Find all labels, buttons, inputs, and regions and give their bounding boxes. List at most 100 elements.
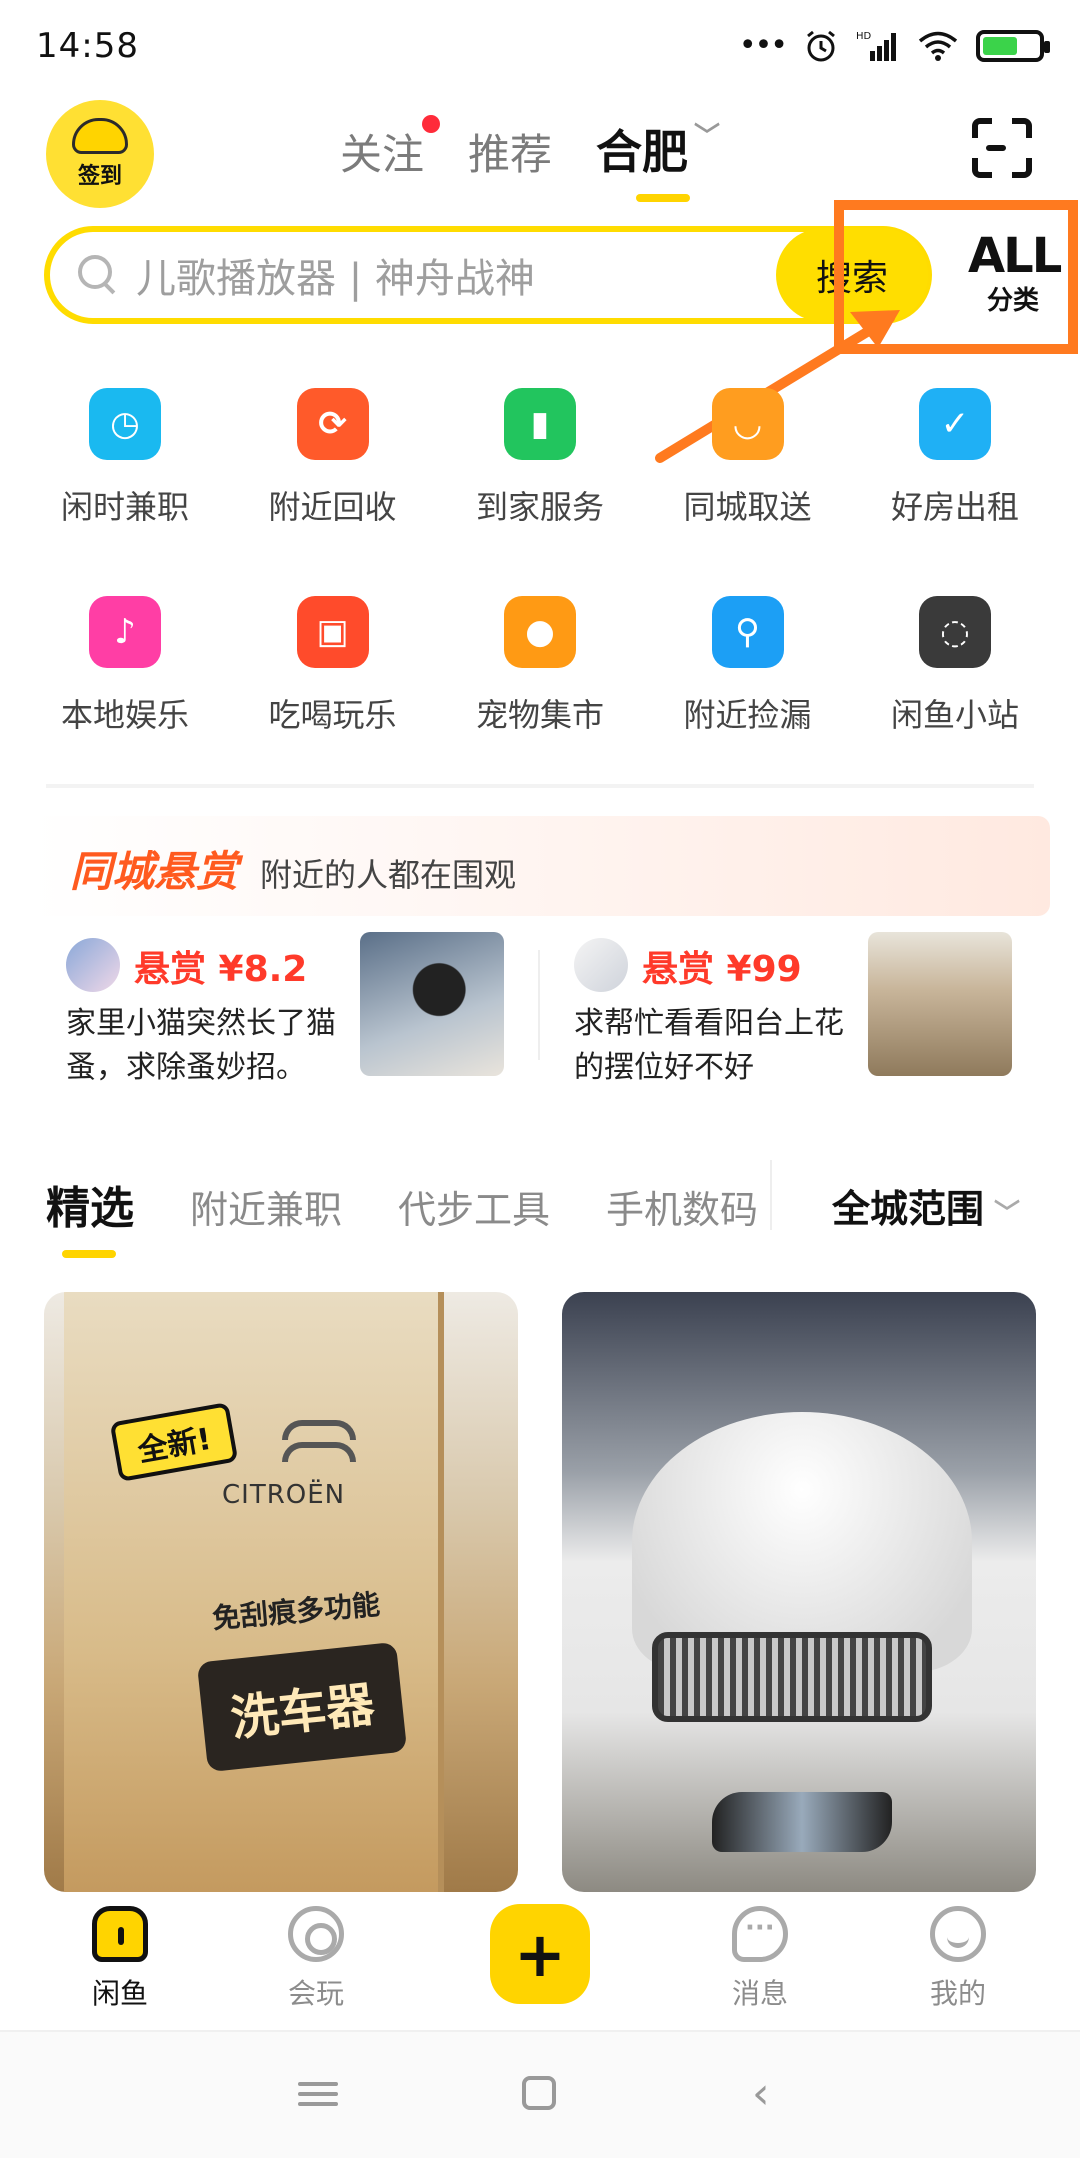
status-icons: ••• HD [738, 28, 1050, 63]
bounty-subtitle: 附近的人都在围观 [260, 856, 517, 894]
bounty-reward: 悬赏 ¥99 [642, 949, 802, 990]
service-row: ◷ 闲时兼职 ⟳ 附近回收 ▮ 到家服务 ◡ 同城取送 ✓ 好房出租 [40, 380, 1040, 588]
tab-recommend[interactable]: 推荐 [468, 121, 552, 182]
house-check-icon: ✓ [919, 388, 991, 460]
grid-item-recycle[interactable]: ⟳ 附近回收 [248, 380, 418, 588]
signin-label: 签到 [73, 158, 126, 190]
search-icon [76, 253, 120, 297]
signin-button[interactable]: 签到 [46, 100, 154, 208]
feed-tab-part-time[interactable]: 附近兼职 [190, 1179, 342, 1234]
grid-item-label: 闲时兼职 [60, 488, 189, 526]
avatar [574, 938, 628, 992]
nav-label: 我的 [929, 1977, 986, 2010]
grid-item-food-fun[interactable]: ▣ 吃喝玩乐 [248, 588, 418, 796]
feed-tab-transport[interactable]: 代步工具 [398, 1179, 550, 1234]
svg-text:HD: HD [856, 31, 872, 42]
nav-item-play[interactable]: 会玩 [256, 1906, 376, 2012]
mascot-icon [72, 118, 128, 154]
more-dots-icon: ••• [738, 28, 788, 63]
range-selector[interactable]: 全城范围 ﹀ [832, 1178, 1020, 1233]
home-square-icon[interactable] [522, 2076, 556, 2110]
door-icon: ▮ [504, 388, 576, 460]
section-divider [46, 784, 1034, 788]
grid-item-label: 好房出租 [890, 488, 1019, 526]
grid-item-bargain[interactable]: ⚲ 附近捡漏 [663, 588, 833, 796]
alarm-icon [807, 30, 835, 61]
tab-city[interactable]: 合肥 ﹀ [596, 116, 721, 202]
tab-city-label: 合肥 [596, 125, 689, 179]
status-time: 14:58 [36, 26, 139, 66]
headlamp-image [712, 1792, 892, 1852]
grid-item-label: 到家服务 [475, 488, 604, 526]
grid-item-label: 闲鱼小站 [890, 696, 1019, 734]
grid-item-label: 吃喝玩乐 [268, 696, 397, 734]
tab-follow[interactable]: 关注 [340, 115, 441, 182]
tab-follow-label: 关注 [340, 130, 425, 179]
target-icon [288, 1906, 344, 1962]
nav-item-me[interactable]: 我的 [898, 1906, 1018, 2012]
wifi-icon [918, 31, 958, 61]
recycle-icon: ⟳ [296, 388, 369, 460]
nav-item-messages[interactable]: 消息 [700, 1906, 820, 2012]
feed-tabs: 精选 附近兼职 代步工具 手机数码 [46, 1172, 758, 1258]
notification-dot [422, 115, 441, 133]
vertical-divider [538, 950, 540, 1060]
back-icon[interactable]: ‹ [752, 2072, 792, 2116]
status-bar: 14:58 ••• HD [0, 0, 1080, 96]
chat-icon [732, 1906, 788, 1962]
annotation-highlight-box [834, 200, 1078, 354]
chevron-down-icon: ﹀ [994, 1199, 1021, 1229]
bounty-description: 家里小猫突然长了猫蚤，求除蚤妙招。 [66, 1006, 336, 1085]
active-tab-indicator [636, 194, 691, 202]
feed-tabs-fade [770, 1160, 800, 1230]
nav-label: 闲鱼 [91, 1977, 148, 2010]
briefcase-icon: ◷ [89, 388, 161, 460]
microphone-icon: ♪ [89, 596, 161, 668]
feed-tab-featured[interactable]: 精选 [46, 1172, 134, 1258]
feed-tab-digital[interactable]: 手机数码 [606, 1179, 758, 1234]
product-card[interactable] [562, 1292, 1036, 1892]
nav-label: 会玩 [287, 1977, 344, 2010]
bounty-description: 求帮忙看看阳台上花的摆位好不好 [574, 1006, 844, 1085]
publish-button[interactable]: + [490, 1904, 590, 2004]
scan-icon[interactable] [972, 118, 1032, 178]
grid-item-home-service[interactable]: ▮ 到家服务 [455, 380, 625, 588]
home-icon [92, 1906, 148, 1962]
bounty-card[interactable]: 悬赏 ¥99 求帮忙看看阳台上花的摆位好不好 [574, 932, 1034, 1085]
hd-signal-icon: HD [856, 31, 896, 61]
grid-item-pet-market[interactable]: ● 宠物集市 [455, 588, 625, 796]
service-row: ♪ 本地娱乐 ▣ 吃喝玩乐 ● 宠物集市 ⚲ 附近捡漏 ◌ 闲鱼小站 [40, 588, 1040, 796]
bounty-reward: 悬赏 ¥8.2 [134, 949, 308, 990]
product-card[interactable]: 全新! CITROËN 免刮痕多功能 洗车器 [44, 1292, 518, 1892]
profile-icon [930, 1906, 986, 1962]
shopping-bag-icon: ▣ [296, 596, 369, 668]
grid-item-label: 本地娱乐 [60, 696, 189, 734]
product-title: 洗车器 [196, 1641, 408, 1773]
bounty-card[interactable]: 悬赏 ¥8.2 家里小猫突然长了猫蚤，求除蚤妙招。 [66, 932, 526, 1085]
nav-item-xianyu[interactable]: 闲鱼 [60, 1906, 180, 2012]
grid-item-part-time[interactable]: ◷ 闲时兼职 [40, 380, 210, 588]
system-nav-bar: ‹ [0, 2030, 1080, 2158]
citroen-logo-icon [282, 1420, 356, 1470]
brand-text: CITROËN [222, 1480, 346, 1510]
avatar [66, 938, 120, 992]
pet-icon: ● [504, 596, 576, 668]
menu-icon[interactable] [298, 2076, 338, 2116]
magnifier-icon: ⚲ [711, 596, 784, 668]
nav-label: 消息 [731, 1977, 788, 2010]
grid-item-rent[interactable]: ✓ 好房出租 [870, 380, 1040, 588]
package-icon: ◡ [711, 388, 784, 460]
service-grid: ◷ 闲时兼职 ⟳ 附近回收 ▮ 到家服务 ◡ 同城取送 ✓ 好房出租 ♪ 本地娱… [40, 380, 1040, 796]
top-tabs: 关注 推荐 合肥 ﹀ [340, 115, 721, 202]
chevron-down-icon: ﹀ [694, 122, 721, 152]
bounty-thumbnail [360, 932, 504, 1076]
grid-item-delivery[interactable]: ◡ 同城取送 [663, 380, 833, 588]
range-label: 全城范围 [832, 1187, 985, 1231]
tab-recommend-label: 推荐 [468, 130, 553, 179]
grid-item-entertainment[interactable]: ♪ 本地娱乐 [40, 588, 210, 796]
bounty-title: 同城悬赏 [70, 847, 239, 896]
battery-charging-icon [976, 29, 1050, 62]
grid-item-label: 宠物集市 [475, 696, 604, 734]
grid-item-station[interactable]: ◌ 闲鱼小站 [870, 588, 1040, 796]
grid-item-label: 同城取送 [683, 488, 812, 526]
